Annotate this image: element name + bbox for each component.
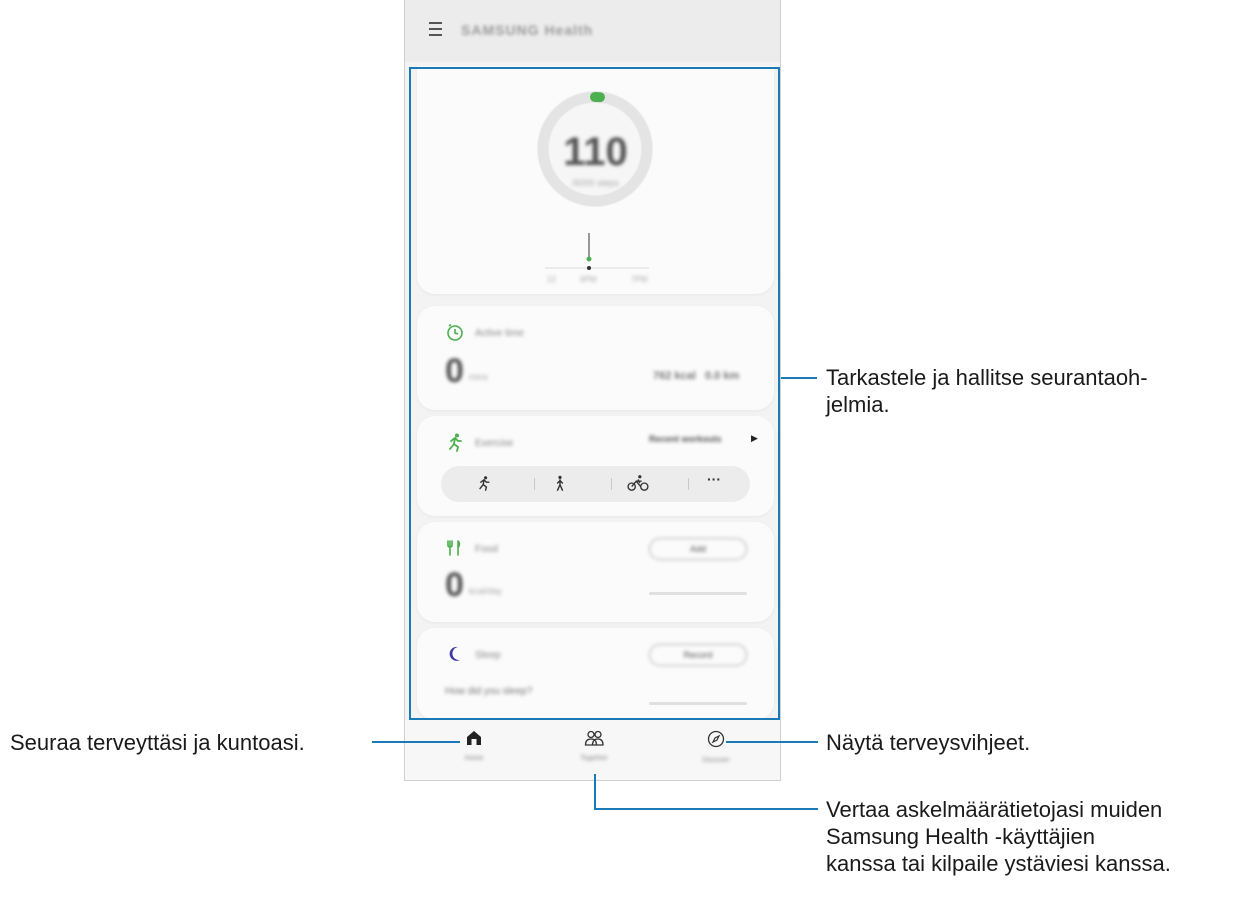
nav-discover-label: Discover xyxy=(702,757,730,764)
shortcut-divider xyxy=(534,478,535,490)
food-unit: kcal/day xyxy=(469,586,503,596)
graph-label-end: 7PM xyxy=(631,275,648,284)
play-arrow-icon[interactable]: ▶ xyxy=(751,433,758,444)
sleep-progress-bar xyxy=(649,702,747,705)
exercise-title: Exercise xyxy=(475,438,514,449)
together-callout: Vertaa askelmäärätietojasi muiden Samsun… xyxy=(826,797,1171,876)
record-sleep-button[interactable]: Record xyxy=(649,644,747,666)
phone-screen: SAMSUNG Health 110 /6000 steps 12 6PM 7P… xyxy=(404,0,781,781)
active-time-unit: mins xyxy=(469,372,489,382)
shortcut-divider xyxy=(611,478,612,490)
compass-icon xyxy=(707,730,725,748)
more-icon[interactable]: ··· xyxy=(703,471,725,491)
home-callout-line xyxy=(372,741,460,743)
active-time-value: 0 xyxy=(445,352,464,390)
steps-graph xyxy=(545,233,649,270)
sleep-card[interactable]: Sleep Record How did you sleep? xyxy=(417,628,774,720)
sleep-question: How did you sleep? xyxy=(445,686,533,697)
steps-count: 110 xyxy=(563,130,628,174)
sleep-title: Sleep xyxy=(475,650,501,661)
discover-callout: Näytä terveysvihjeet. xyxy=(826,730,1031,755)
food-title: Food xyxy=(475,544,498,555)
exercise-card[interactable]: Exercise Recent workouts ▶ ··· xyxy=(417,416,774,516)
active-time-title: Active time xyxy=(475,328,524,339)
nav-discover[interactable]: Discover xyxy=(681,730,751,764)
graph-label-mid: 6PM xyxy=(580,275,597,284)
discover-callout-line xyxy=(726,741,818,743)
nav-home[interactable]: Home xyxy=(439,730,509,762)
together-callout-line-horizontal xyxy=(594,808,818,810)
fork-knife-icon xyxy=(447,540,461,556)
bottom-navigation: Home Together Discover xyxy=(405,720,780,780)
together-callout-line-vertical xyxy=(594,774,596,809)
nav-together[interactable]: Together xyxy=(559,730,629,762)
app-bar: SAMSUNG Health xyxy=(405,0,780,62)
nav-together-label: Together xyxy=(580,755,608,762)
food-card[interactable]: Food Add 0 kcal/day xyxy=(417,522,774,622)
distance-value: 0.0 km xyxy=(705,370,740,382)
menu-icon[interactable] xyxy=(429,22,442,36)
active-time-card[interactable]: Active time 0 mins 762 kcal 0.0 km xyxy=(417,306,774,410)
add-food-button[interactable]: Add xyxy=(649,538,747,560)
walk-icon[interactable] xyxy=(549,474,571,494)
trackers-callout-line xyxy=(781,377,817,379)
moon-icon xyxy=(449,646,460,661)
recent-workouts-link[interactable]: Recent workouts xyxy=(649,434,722,444)
shortcut-divider xyxy=(688,478,689,490)
food-value: 0 xyxy=(445,566,464,604)
steps-goal: /6000 steps xyxy=(572,178,619,188)
people-icon xyxy=(584,730,604,746)
run-icon[interactable] xyxy=(473,474,495,494)
bike-icon[interactable] xyxy=(625,474,651,494)
home-icon xyxy=(467,731,481,745)
running-icon xyxy=(449,433,462,452)
calories-value: 762 kcal xyxy=(653,370,696,382)
steps-card[interactable]: 110 /6000 steps 12 6PM 7PM xyxy=(417,66,774,294)
exercise-shortcuts: ··· xyxy=(441,466,750,502)
nav-home-label: Home xyxy=(464,755,484,762)
trackers-callout: Tarkastele ja hallitse seurantaoh- jelmi… xyxy=(826,365,1148,417)
home-callout: Seuraa terveyttäsi ja kuntoasi. xyxy=(10,730,305,755)
timer-icon xyxy=(447,323,463,341)
graph-label-start: 12 xyxy=(547,275,556,284)
food-progress-bar xyxy=(649,592,747,595)
app-title: SAMSUNG Health xyxy=(461,22,594,38)
